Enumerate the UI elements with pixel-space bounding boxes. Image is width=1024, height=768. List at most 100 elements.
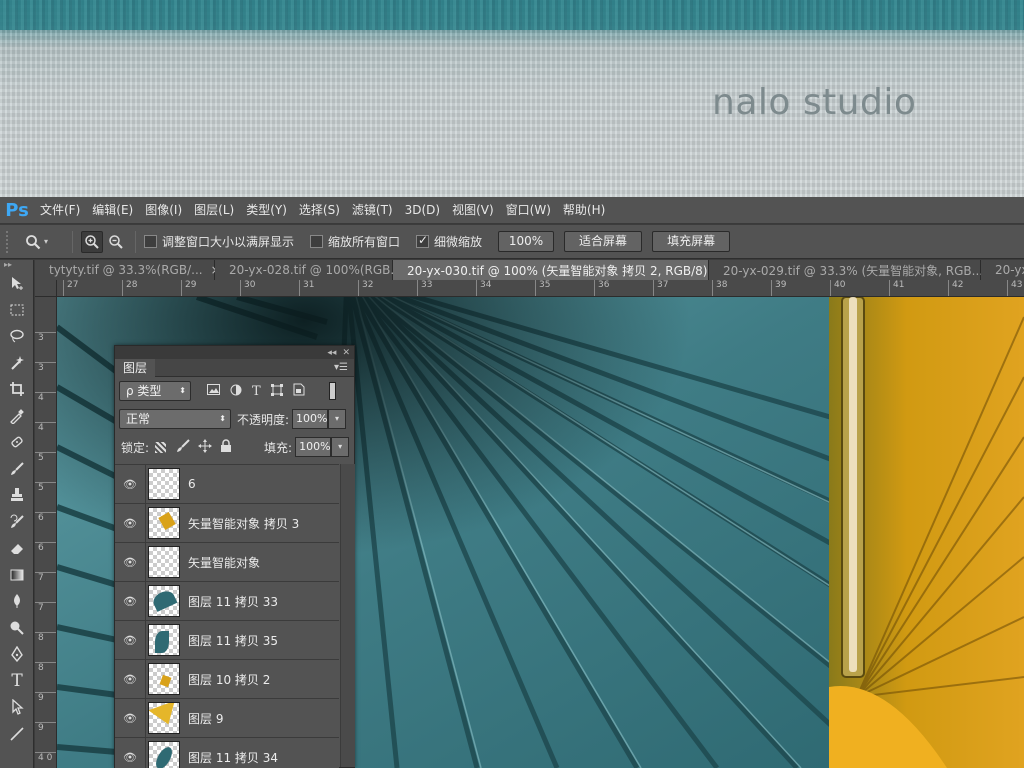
menu-select[interactable]: 选择(S) (293, 197, 346, 224)
image-filter-icon[interactable] (207, 384, 220, 398)
line-tool-icon[interactable] (0, 721, 34, 748)
layer-row[interactable]: 👁 图层 11 拷贝 34 (115, 737, 339, 768)
tab-document-active[interactable]: 20-yx-030.tif @ 100% (矢量智能对象 拷贝 2, RGB/8… (393, 260, 726, 280)
brush-tool-icon[interactable] (0, 456, 34, 483)
shape-filter-icon[interactable] (270, 383, 283, 399)
collapse-panel-icon[interactable]: ◂◂ (327, 348, 336, 358)
crop-tool-icon[interactable] (0, 376, 34, 403)
ruler-label: 7 (35, 572, 56, 583)
chevron-down-icon: ▾ (44, 237, 49, 246)
eye-icon[interactable]: 👁 (115, 659, 146, 699)
zoom-all-windows-checkbox[interactable]: 缩放所有窗口 (310, 233, 400, 250)
fill-input[interactable]: 100% (295, 437, 332, 457)
layer-row[interactable]: 👁 矢量智能对象 (115, 542, 339, 582)
menu-image[interactable]: 图像(I) (139, 197, 188, 224)
options-grip[interactable] (6, 230, 12, 253)
layer-row[interactable]: 👁 矢量智能对象 拷贝 3 (115, 503, 339, 543)
tab-document[interactable]: tytyty.tif @ 33.3%(RGB/... × (35, 260, 221, 280)
menu-filter[interactable]: 滤镜(T) (346, 197, 399, 224)
blur-tool-icon[interactable] (0, 588, 34, 615)
gradient-tool-icon[interactable] (0, 562, 34, 589)
filter-toggle-switch[interactable] (328, 382, 336, 400)
close-panel-icon[interactable]: ✕ (342, 348, 350, 358)
menu-layer[interactable]: 图层(L) (188, 197, 240, 224)
vertical-ruler[interactable]: 3 3 4 4 5 5 6 6 7 7 8 8 9 9 4 0 (35, 297, 57, 768)
lock-image-icon[interactable] (176, 438, 190, 456)
adjustment-filter-icon[interactable] (230, 384, 242, 399)
actual-pixels-button[interactable]: 100% (498, 231, 555, 252)
fill-screen-button[interactable]: 填充屏幕 (652, 231, 731, 252)
eye-icon[interactable]: 👁 (115, 542, 146, 582)
tool-preset-picker[interactable]: ▾ (22, 231, 64, 253)
menu-edit[interactable]: 编辑(E) (86, 197, 139, 224)
menu-3d[interactable]: 3D(D) (399, 197, 446, 224)
layers-scrollbar[interactable] (340, 464, 355, 767)
zoom-out-button[interactable] (105, 231, 127, 253)
eye-icon[interactable]: 👁 (115, 737, 146, 768)
eye-icon[interactable]: 👁 (115, 698, 146, 738)
zoom-out-icon (109, 234, 123, 249)
lock-all-icon[interactable] (220, 438, 232, 456)
chevron-down-icon[interactable]: ▾ (331, 437, 350, 457)
resize-windows-checkbox[interactable]: 调整窗口大小以满屏显示 (144, 233, 294, 250)
type-filter-icon[interactable]: T (252, 384, 261, 399)
tab-label: 20-yx-028.tif @ 100%(RGB... (229, 263, 402, 277)
marquee-tool-icon[interactable] (0, 297, 34, 324)
eye-icon[interactable]: 👁 (115, 620, 146, 660)
checkbox-box[interactable] (310, 235, 324, 248)
eye-icon[interactable]: 👁 (115, 581, 146, 621)
move-tool-icon[interactable] (0, 270, 34, 297)
filter-kind-dropdown[interactable]: ρ 类型 ⬍ (119, 381, 191, 401)
menu-file[interactable]: 文件(F) (34, 197, 86, 224)
panel-menu-icon[interactable]: ▾☰ (334, 362, 354, 373)
scrubby-zoom-checkbox[interactable]: 细微缩放 (416, 233, 482, 250)
chevron-down-icon[interactable]: ▾ (328, 409, 347, 429)
ruler-label: 36 (594, 280, 609, 296)
eraser-tool-icon[interactable] (0, 535, 34, 562)
clone-stamp-tool-icon[interactable] (0, 482, 34, 509)
thumb-shape (152, 744, 176, 768)
menu-view[interactable]: 视图(V) (446, 197, 500, 224)
checkbox-box[interactable] (144, 235, 157, 248)
tab-document[interactable]: 20-yx-028.tif @ 100%(RGB... × (215, 260, 420, 280)
lock-transparent-icon[interactable] (155, 441, 167, 453)
layer-row[interactable]: 👁 6 (115, 464, 339, 504)
type-tool-icon[interactable]: T (0, 668, 34, 695)
layer-row[interactable]: 👁 图层 10 拷贝 2 (115, 659, 339, 699)
tab-document[interactable]: 20-yx-029.tif @ 33.3% (矢量智能对象, RGB... × (709, 260, 1001, 280)
collapse-toggle[interactable]: ▸▸ (0, 260, 33, 270)
tab-document[interactable]: 20-yx (981, 260, 1024, 280)
checkbox-box-checked[interactable] (416, 233, 430, 248)
ruler-label: 8 (35, 632, 56, 643)
blend-row: 正常 ⬍ 不透明度: 100% ▾ (115, 405, 354, 433)
opacity-input[interactable]: 100% (292, 409, 329, 429)
ruler-label: 7 (35, 602, 56, 613)
ruler-origin[interactable] (35, 280, 57, 297)
ruler-label: 27 (63, 280, 78, 296)
magic-wand-tool-icon[interactable] (0, 350, 34, 377)
ruler-label: 43 (1007, 280, 1022, 296)
eye-icon[interactable]: 👁 (115, 503, 146, 543)
layer-name: 图层 11 拷贝 35 (188, 633, 278, 648)
pen-tool-icon[interactable] (0, 641, 34, 668)
horizontal-ruler[interactable]: 27 28 29 30 31 32 33 34 35 36 37 38 39 4… (57, 280, 1024, 297)
eyedropper-tool-icon[interactable] (0, 403, 34, 430)
healing-brush-tool-icon[interactable] (0, 429, 34, 456)
smart-object-filter-icon[interactable] (293, 383, 305, 399)
menu-type[interactable]: 类型(Y) (240, 197, 293, 224)
tab-layers[interactable]: 图层 (115, 358, 156, 377)
zoom-in-button[interactable] (81, 230, 103, 253)
blend-mode-dropdown[interactable]: 正常 ⬍ (119, 409, 231, 429)
history-brush-tool-icon[interactable] (0, 509, 34, 536)
fit-screen-button[interactable]: 适合屏幕 (564, 231, 643, 252)
lock-position-icon[interactable] (198, 438, 213, 456)
menu-window[interactable]: 窗口(W) (500, 197, 557, 224)
layer-row[interactable]: 👁 图层 11 拷贝 33 (115, 581, 339, 621)
lasso-tool-icon[interactable] (0, 323, 34, 350)
layer-row[interactable]: 👁 图层 11 拷贝 35 (115, 620, 339, 660)
menu-help[interactable]: 帮助(H) (557, 197, 611, 224)
eye-icon[interactable]: 👁 (115, 464, 146, 504)
dodge-tool-icon[interactable] (0, 615, 34, 642)
path-selection-tool-icon[interactable] (0, 694, 34, 721)
layer-row[interactable]: 👁 图层 9 (115, 698, 339, 738)
